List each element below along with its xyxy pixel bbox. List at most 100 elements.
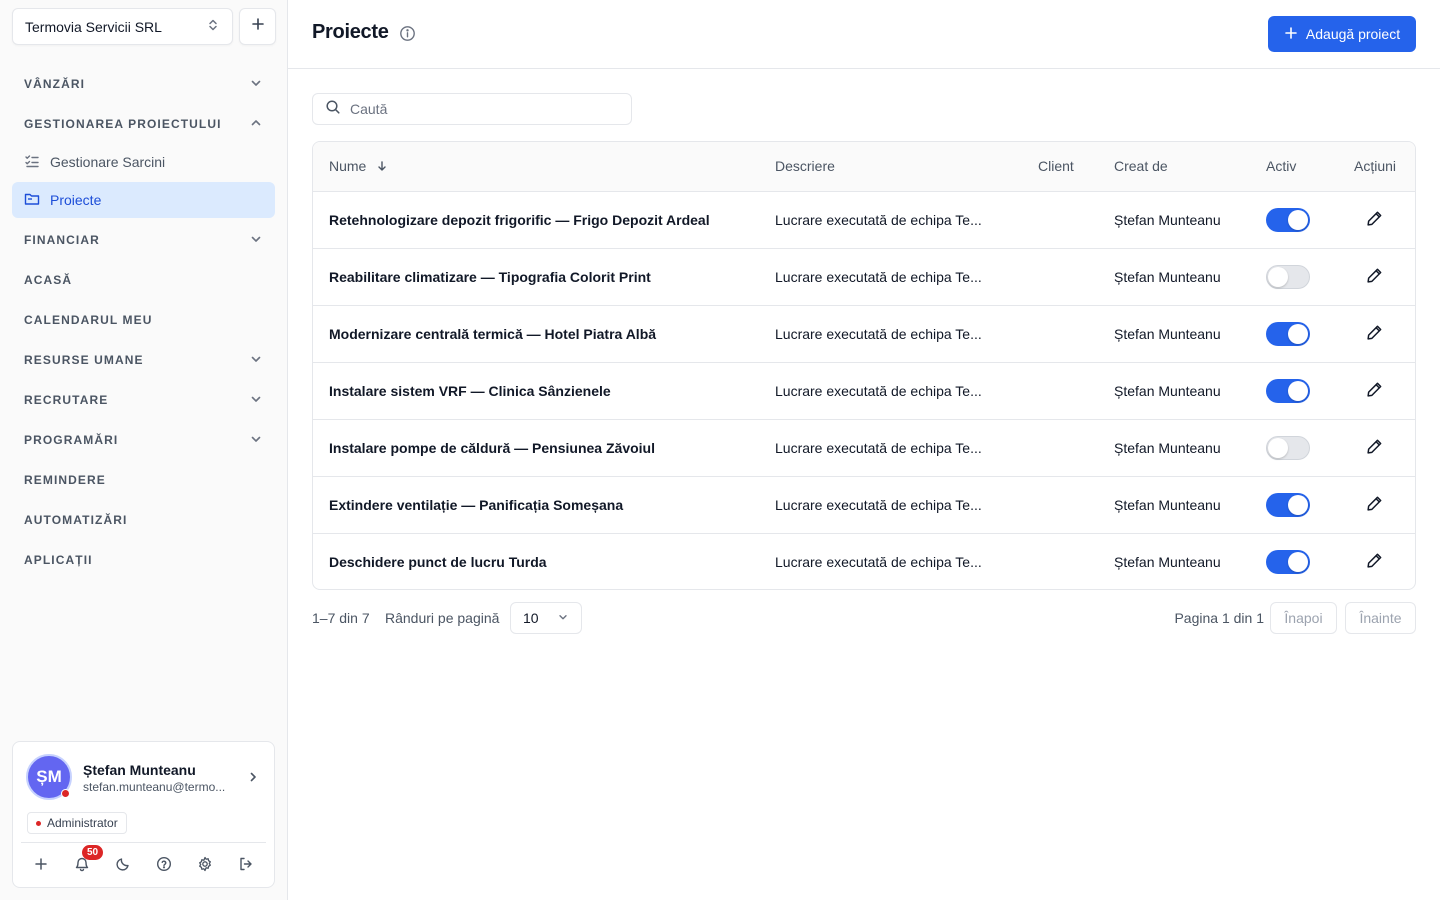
project-name[interactable]: Modernizare centrală termică — Hotel Pia… [313, 305, 759, 362]
project-created-by: Ștefan Munteanu [1114, 553, 1221, 570]
add-project-button[interactable]: Adaugă proiect [1268, 16, 1416, 52]
chevron-down-icon [249, 76, 263, 93]
project-actions-cell [1338, 248, 1415, 305]
next-page-button[interactable]: Înainte [1345, 602, 1416, 634]
chevron-down-icon [249, 392, 263, 409]
sidebar-item-gestionare-sarcini[interactable]: Gestionare Sarcini [12, 144, 275, 180]
info-icon[interactable] [399, 25, 416, 47]
prev-page-button[interactable]: Înapoi [1270, 602, 1337, 634]
task-list-icon [24, 153, 40, 172]
active-toggle[interactable] [1266, 549, 1310, 574]
project-actions-cell [1338, 305, 1415, 362]
pencil-icon[interactable] [1366, 553, 1383, 572]
table-row[interactable]: Instalare pompe de căldură — Pensiunea Z… [313, 419, 1415, 476]
column-header-created-by: Creat de [1098, 142, 1250, 192]
table-row[interactable]: Deschidere punct de lucru Turda Lucrare e… [313, 533, 1415, 589]
pencil-icon[interactable] [1366, 439, 1383, 458]
gear-icon[interactable] [191, 850, 219, 878]
project-actions-cell [1338, 533, 1415, 589]
chevron-down-icon [249, 232, 263, 249]
arrow-down-icon [376, 159, 388, 175]
project-actions-cell [1338, 191, 1415, 248]
project-created-by: Ștefan Munteanu [1114, 268, 1221, 285]
toggle-knob [1268, 266, 1288, 287]
pencil-icon[interactable] [1366, 268, 1383, 287]
toggle-knob [1268, 437, 1288, 458]
toggle-knob [1288, 323, 1308, 344]
project-created-by: Ștefan Munteanu [1114, 382, 1221, 399]
nav-section-vanzari[interactable]: VÂNZĂRI [12, 64, 275, 104]
bell-icon[interactable]: 50 [68, 845, 103, 878]
nav-section-aplicatii[interactable]: APLICAȚII [12, 540, 275, 580]
nav-section-acasa[interactable]: ACASĂ [12, 260, 275, 300]
table-row[interactable]: Retehnologizare depozit frigorific — Fri… [313, 191, 1415, 248]
projects-table: Nume Descriere Client Creat de Activ Acț… [312, 141, 1416, 590]
table-row[interactable]: Extindere ventilație — Panificația Someș… [313, 476, 1415, 533]
active-toggle[interactable] [1266, 207, 1310, 232]
org-select[interactable]: Termovia Servicii SRL [12, 8, 233, 45]
chevron-right-icon[interactable] [246, 770, 260, 789]
add-org-button[interactable] [239, 8, 276, 45]
column-header-client: Client [1022, 142, 1098, 192]
notification-badge: 50 [82, 845, 103, 860]
search-box[interactable] [312, 93, 632, 125]
project-name[interactable]: Retehnologizare depozit frigorific — Fri… [313, 191, 759, 248]
help-icon[interactable] [150, 850, 178, 878]
range-label: 1–7 din 7 [312, 610, 370, 626]
project-name[interactable]: Reabilitare climatizare — Tipografia Col… [313, 248, 759, 305]
active-toggle[interactable] [1266, 492, 1310, 517]
pencil-icon[interactable] [1366, 325, 1383, 344]
avatar[interactable]: ȘM [26, 754, 72, 800]
project-client [1022, 191, 1098, 248]
search-input[interactable] [350, 101, 610, 117]
pencil-icon[interactable] [1366, 382, 1383, 401]
project-active-cell [1250, 362, 1338, 419]
nav-section-calendarul-meu[interactable]: CALENDARUL MEU [12, 300, 275, 340]
nav-section-automatizari[interactable]: AUTOMATIZĂRI [12, 500, 275, 540]
project-description: Lucrare executată de echipa Te... [775, 496, 982, 513]
active-toggle[interactable] [1266, 378, 1310, 403]
active-toggle[interactable] [1266, 321, 1310, 346]
chevron-up-icon [249, 116, 263, 133]
rows-per-page-value: 10 [523, 610, 539, 626]
table-row[interactable]: Instalare sistem VRF — Clinica Sânzienel… [313, 362, 1415, 419]
project-name[interactable]: Extindere ventilație — Panificația Someș… [313, 476, 759, 533]
sidebar-item-proiecte[interactable]: Proiecte [12, 182, 275, 218]
active-toggle[interactable] [1266, 264, 1310, 289]
user-name: Ștefan Munteanu [83, 762, 196, 778]
table-row[interactable]: Modernizare centrală termică — Hotel Pia… [313, 305, 1415, 362]
project-description: Lucrare executată de echipa Te... [775, 325, 982, 342]
pencil-icon[interactable] [1366, 496, 1383, 515]
project-name[interactable]: Instalare sistem VRF — Clinica Sânzienel… [313, 362, 759, 419]
sidebar: Termovia Servicii SRL VÂNZĂRI GESTIONARE… [0, 0, 288, 900]
toggle-knob [1288, 494, 1308, 515]
plus-icon[interactable] [27, 850, 55, 878]
project-actions-cell [1338, 362, 1415, 419]
project-name[interactable]: Instalare pompe de căldură — Pensiunea Z… [313, 419, 759, 476]
status-dot [61, 789, 70, 798]
nav-section-financiar[interactable]: FINANCIAR [12, 220, 275, 260]
logout-icon[interactable] [232, 850, 260, 878]
pencil-icon[interactable] [1366, 211, 1383, 230]
project-created-by: Ștefan Munteanu [1114, 439, 1221, 456]
project-active-cell [1250, 305, 1338, 362]
rows-per-page-select[interactable]: 10 [510, 602, 582, 634]
moon-icon[interactable] [109, 850, 137, 878]
project-name[interactable]: Deschidere punct de lucru Turda [313, 533, 759, 589]
nav-section-resurse-umane[interactable]: RESURSE UMANE [12, 340, 275, 380]
chevron-down-icon [249, 352, 263, 369]
active-toggle[interactable] [1266, 435, 1310, 460]
sidebar-item-label: Proiecte [50, 192, 102, 208]
page-header: Proiecte Adaugă proiect [288, 0, 1440, 69]
table-row[interactable]: Reabilitare climatizare — Tipografia Col… [313, 248, 1415, 305]
project-client [1022, 419, 1098, 476]
column-header-name[interactable]: Nume [313, 142, 759, 192]
column-header-actions: Acțiuni [1338, 142, 1415, 192]
nav-section-recrutare[interactable]: RECRUTARE [12, 380, 275, 420]
nav-section-gestionare-proiect[interactable]: GESTIONAREA PROIECTULUI [12, 104, 275, 144]
nav-section-programari[interactable]: PROGRAMĂRI [12, 420, 275, 460]
chevron-up-down-icon [206, 18, 220, 35]
column-header-active: Activ [1250, 142, 1338, 192]
project-actions-cell [1338, 476, 1415, 533]
nav-section-remindere[interactable]: REMINDERE [12, 460, 275, 500]
